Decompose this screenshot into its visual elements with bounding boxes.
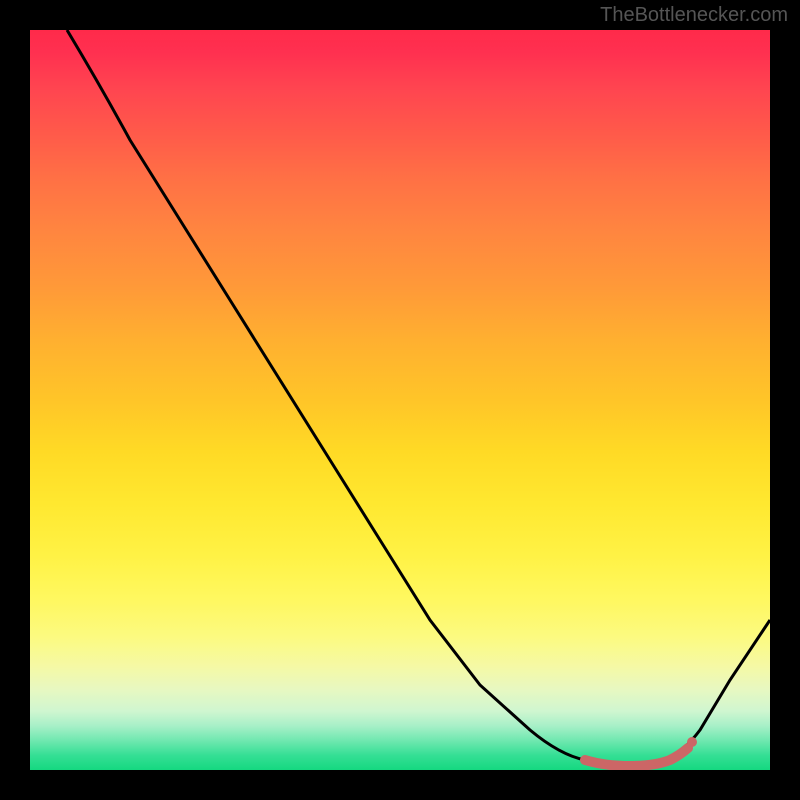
chart-area — [30, 30, 770, 770]
optimal-zone-end-dot — [687, 737, 697, 747]
main-curve — [67, 30, 770, 764]
watermark-text: TheBottlenecker.com — [600, 4, 788, 27]
optimal-zone-marker — [585, 748, 688, 766]
bottleneck-curve-svg — [30, 30, 770, 770]
